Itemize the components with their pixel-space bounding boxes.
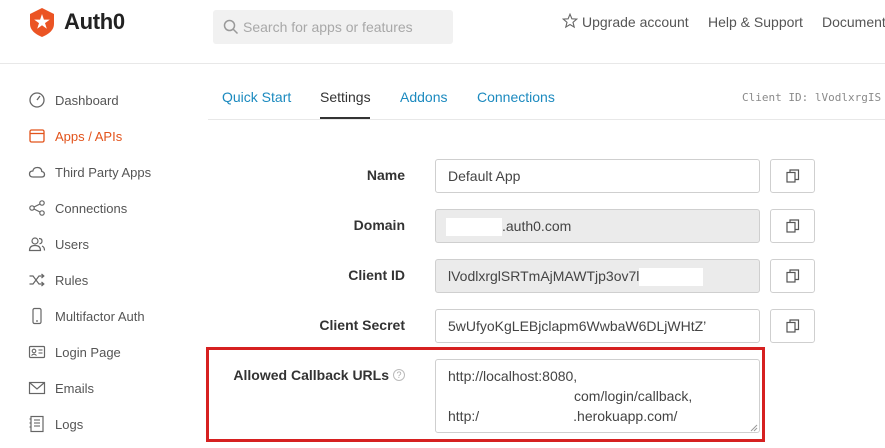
tabs-divider	[208, 119, 885, 120]
sidebar-item-label: Multifactor Auth	[55, 308, 145, 324]
client-id-value: lVodlxrglSRTmAjMAWTjp3ov7l	[448, 268, 640, 284]
search-input[interactable]	[243, 10, 448, 44]
sidebar-item-multifactor-auth[interactable]: Multifactor Auth	[28, 306, 208, 326]
domain-value: .auth0.com	[502, 218, 572, 234]
sidebar-item-label: Rules	[55, 272, 89, 288]
tab-quick-start[interactable]: Quick Start	[222, 89, 291, 105]
sidebar-item-connections[interactable]: Connections	[28, 198, 208, 218]
sidebar-item-label: Connections	[55, 200, 128, 216]
sidebar-item-dashboard[interactable]: Dashboard	[28, 90, 208, 110]
sidebar-item-label: Logs	[55, 416, 84, 432]
cloud-icon	[28, 166, 46, 178]
copy-client-secret-button[interactable]	[770, 309, 815, 343]
search-icon	[223, 19, 239, 35]
help-support-link[interactable]: Help & Support	[708, 14, 803, 30]
copy-icon	[786, 319, 800, 333]
copy-name-button[interactable]	[770, 159, 815, 193]
sidebar-item-label: Dashboard	[55, 92, 119, 108]
sidebar-item-label: Third Party Apps	[55, 164, 152, 180]
gauge-icon	[29, 92, 45, 108]
copy-icon	[786, 219, 800, 233]
id-card-icon	[28, 345, 46, 359]
client-id-header: Client ID: lVodlxrgIS	[742, 91, 882, 104]
sidebar-item-users[interactable]: Users	[28, 234, 208, 254]
sidebar-item-emails[interactable]: Emails	[28, 378, 208, 398]
phone-icon	[32, 307, 42, 325]
sidebar-item-label: Users	[55, 236, 89, 252]
app-name[interactable]: Auth0	[64, 9, 125, 35]
documentation-link[interactable]: Document	[822, 14, 885, 30]
sidebar-item-login-page[interactable]: Login Page	[28, 342, 208, 362]
client-secret-input[interactable]: 5wUfyoKgLEBjclapm6WwbaW6DLjWHtZ’	[435, 309, 760, 343]
star-icon[interactable]	[562, 13, 578, 29]
top-header: Auth0 Upgrade account Help & Support Doc…	[0, 0, 885, 64]
sidebar-item-label: Emails	[55, 380, 95, 396]
window-icon	[29, 129, 45, 143]
copy-icon	[786, 269, 800, 283]
tab-settings[interactable]: Settings	[320, 89, 371, 105]
users-icon	[28, 237, 46, 252]
copy-domain-button[interactable]	[770, 209, 815, 243]
name-input[interactable]: Default App	[435, 159, 760, 193]
copy-client-id-button[interactable]	[770, 259, 815, 293]
active-tab-indicator	[320, 117, 370, 119]
client-id-label: Client ID	[348, 267, 405, 283]
sidebar-item-label: Login Page	[55, 344, 121, 360]
upgrade-account-link[interactable]: Upgrade account	[582, 14, 689, 30]
copy-icon	[786, 169, 800, 183]
sidebar-item-rules[interactable]: Rules	[28, 270, 208, 290]
highlight-annotation-box	[206, 347, 765, 442]
tab-addons[interactable]: Addons	[400, 89, 447, 105]
name-label: Name	[366, 167, 405, 183]
sidebar-item-third-party-apps[interactable]: Third Party Apps	[28, 162, 208, 182]
redacted-block	[446, 218, 502, 237]
redacted-block	[639, 268, 704, 287]
share-icon	[29, 200, 45, 216]
tab-connections[interactable]: Connections	[477, 89, 555, 105]
sidebar-item-apps-apis[interactable]: Apps / APIs	[28, 126, 208, 146]
client-id-input[interactable]: lVodlxrglSRTmAjMAWTjp3ov7l	[435, 259, 760, 293]
auth0-logo-icon[interactable]	[26, 6, 58, 38]
domain-input[interactable]: .auth0.com	[435, 209, 760, 243]
shuffle-icon	[29, 273, 45, 287]
book-icon	[29, 415, 44, 433]
sidebar-item-logs[interactable]: Logs	[28, 414, 208, 434]
domain-label: Domain	[353, 217, 405, 233]
envelope-icon	[28, 381, 46, 395]
sidebar-item-label: Apps / APIs	[55, 128, 123, 144]
search-box[interactable]	[213, 10, 453, 44]
client-secret-label: Client Secret	[319, 317, 405, 333]
